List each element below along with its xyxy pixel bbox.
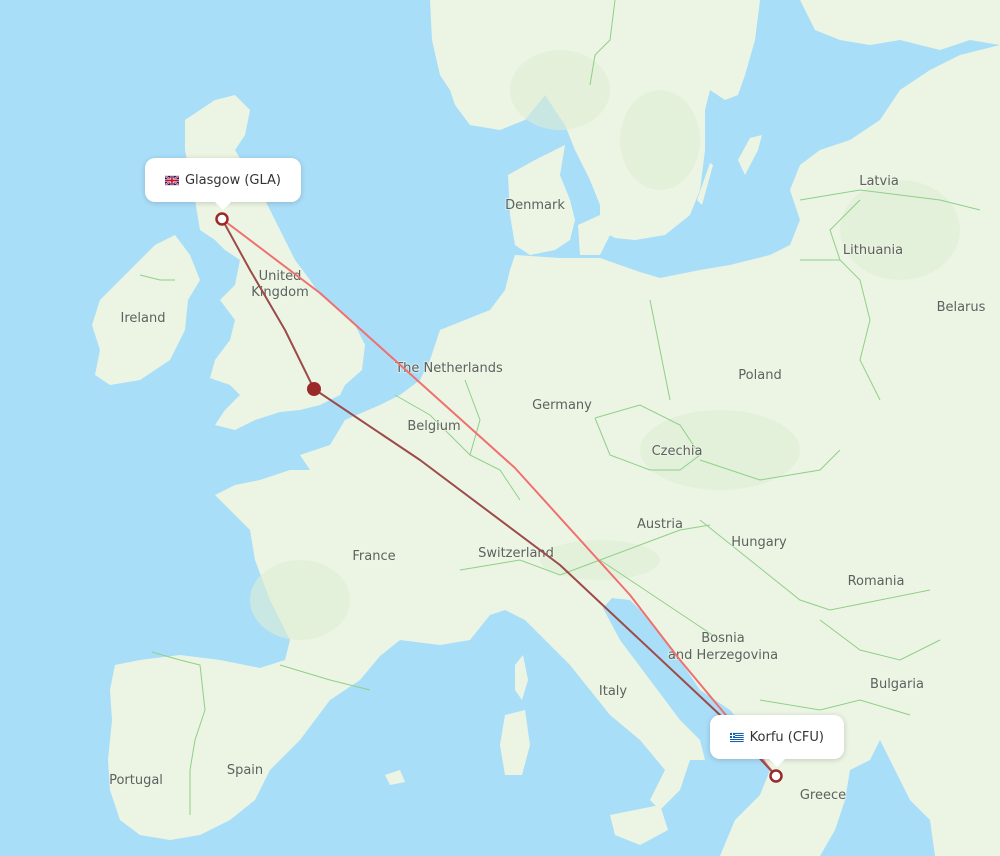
greece-flag-icon — [730, 732, 744, 742]
uk-flag-icon — [165, 174, 179, 186]
label-romania: Romania — [848, 574, 905, 589]
destination-pin-icon[interactable] — [769, 769, 783, 783]
label-herzegovina: and Herzegovina — [668, 648, 778, 663]
label-germany: Germany — [532, 398, 592, 413]
label-portugal: Portugal — [109, 773, 163, 788]
origin-label: Glasgow (GLA) — [184, 172, 281, 188]
label-greece: Greece — [800, 788, 846, 803]
route-map[interactable]: Latvia Lithuania Belarus Denmark United … — [0, 0, 1000, 856]
label-czechia: Czechia — [652, 444, 703, 459]
label-austria: Austria — [637, 517, 683, 532]
label-italy: Italy — [599, 684, 628, 699]
label-lithuania: Lithuania — [843, 243, 903, 258]
label-ireland: Ireland — [121, 311, 166, 326]
destination-label: Korfu (CFU) — [749, 729, 824, 745]
label-france: France — [352, 549, 395, 564]
label-denmark: Denmark — [505, 198, 565, 213]
destination-popup[interactable]: Korfu (CFU) — [710, 715, 844, 767]
label-switzerland: Switzerland — [478, 546, 554, 561]
label-latvia: Latvia — [859, 174, 899, 189]
origin-pin-icon[interactable] — [215, 212, 229, 226]
label-hungary: Hungary — [731, 535, 787, 550]
origin-popup[interactable]: Glasgow (GLA) — [145, 158, 301, 210]
label-bosnia: Bosnia — [701, 631, 744, 646]
label-bulgaria: Bulgaria — [870, 677, 924, 692]
label-poland: Poland — [738, 368, 781, 383]
label-spain: Spain — [227, 763, 263, 778]
label-united: United — [259, 269, 302, 284]
label-belgium: Belgium — [407, 419, 460, 434]
stopover-marker[interactable] — [307, 382, 321, 396]
label-belarus: Belarus — [937, 300, 986, 315]
